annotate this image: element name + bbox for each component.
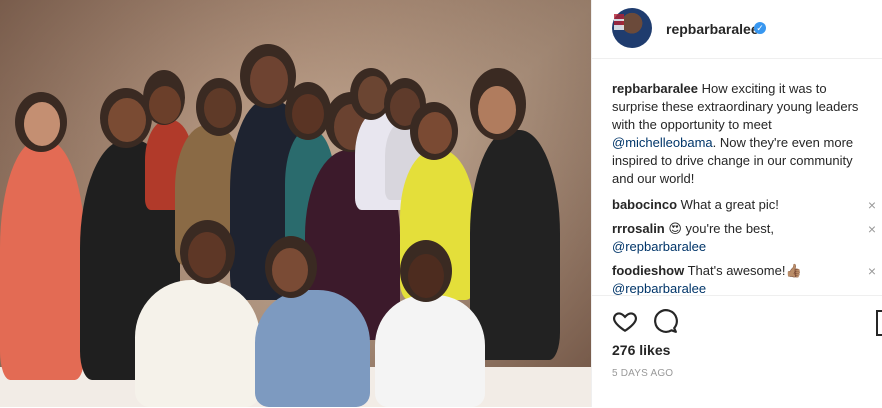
comment-item: rrrosalin 😍 you're the best, @repbarbara… [612, 220, 862, 256]
post-sidebar: repbarbaralee ✓ repbarbaralee How exciti… [591, 0, 882, 407]
comment-mention[interactable]: @repbarbaralee [612, 239, 706, 254]
person-face [250, 56, 288, 104]
comment-username[interactable]: babocinco [612, 197, 677, 212]
post-actions: 276 likes 5 DAYS AGO [592, 295, 882, 408]
verified-icon: ✓ [754, 22, 766, 34]
person-face [272, 248, 308, 292]
likes-count[interactable]: 276 likes [612, 342, 670, 358]
caption-username[interactable]: repbarbaralee [612, 81, 698, 96]
heart-icon[interactable] [612, 308, 638, 334]
comment-text: That's awesome!👍🏽 [684, 263, 802, 278]
comment-mention[interactable]: @repbarbaralee [612, 281, 706, 296]
person-face [108, 98, 146, 142]
close-icon[interactable]: × [868, 221, 876, 237]
close-icon[interactable]: × [868, 263, 876, 279]
caption: repbarbaralee How exciting it was to sur… [612, 80, 874, 188]
person-figure [375, 295, 485, 407]
person-face [149, 86, 181, 124]
flag-icon [614, 14, 624, 30]
comment-item: babocinco What a great pic! [612, 196, 862, 214]
person-figure [255, 290, 370, 407]
comment-item: foodieshow That's awesome!👍🏽 @repbarbara… [612, 262, 862, 298]
avatar[interactable] [612, 8, 652, 48]
person-figure [135, 280, 260, 407]
comment-text: What a great pic! [677, 197, 779, 212]
post-header: repbarbaralee ✓ [592, 0, 882, 59]
comment-text: 😍 you're the best, [664, 221, 775, 236]
bookmark-icon[interactable] [876, 310, 882, 336]
person-face [418, 112, 452, 154]
person-figure [470, 130, 560, 360]
person-face [408, 254, 444, 298]
person-face [24, 102, 60, 146]
person-face [478, 86, 516, 134]
username-link[interactable]: repbarbaralee [666, 21, 759, 37]
post-timestamp[interactable]: 5 DAYS AGO [612, 368, 673, 379]
instagram-post: repbarbaralee ✓ repbarbaralee How exciti… [0, 0, 882, 407]
close-icon[interactable]: × [868, 197, 876, 213]
comment-username[interactable]: rrrosalin [612, 221, 665, 236]
post-photo[interactable] [0, 0, 591, 407]
caption-mention[interactable]: @michelleobama [612, 135, 713, 150]
person-face [188, 232, 226, 278]
comment-icon[interactable] [652, 308, 678, 334]
person-face [292, 94, 324, 134]
person-face [204, 88, 236, 128]
comment-username[interactable]: foodieshow [612, 263, 684, 278]
person-figure [0, 140, 85, 380]
